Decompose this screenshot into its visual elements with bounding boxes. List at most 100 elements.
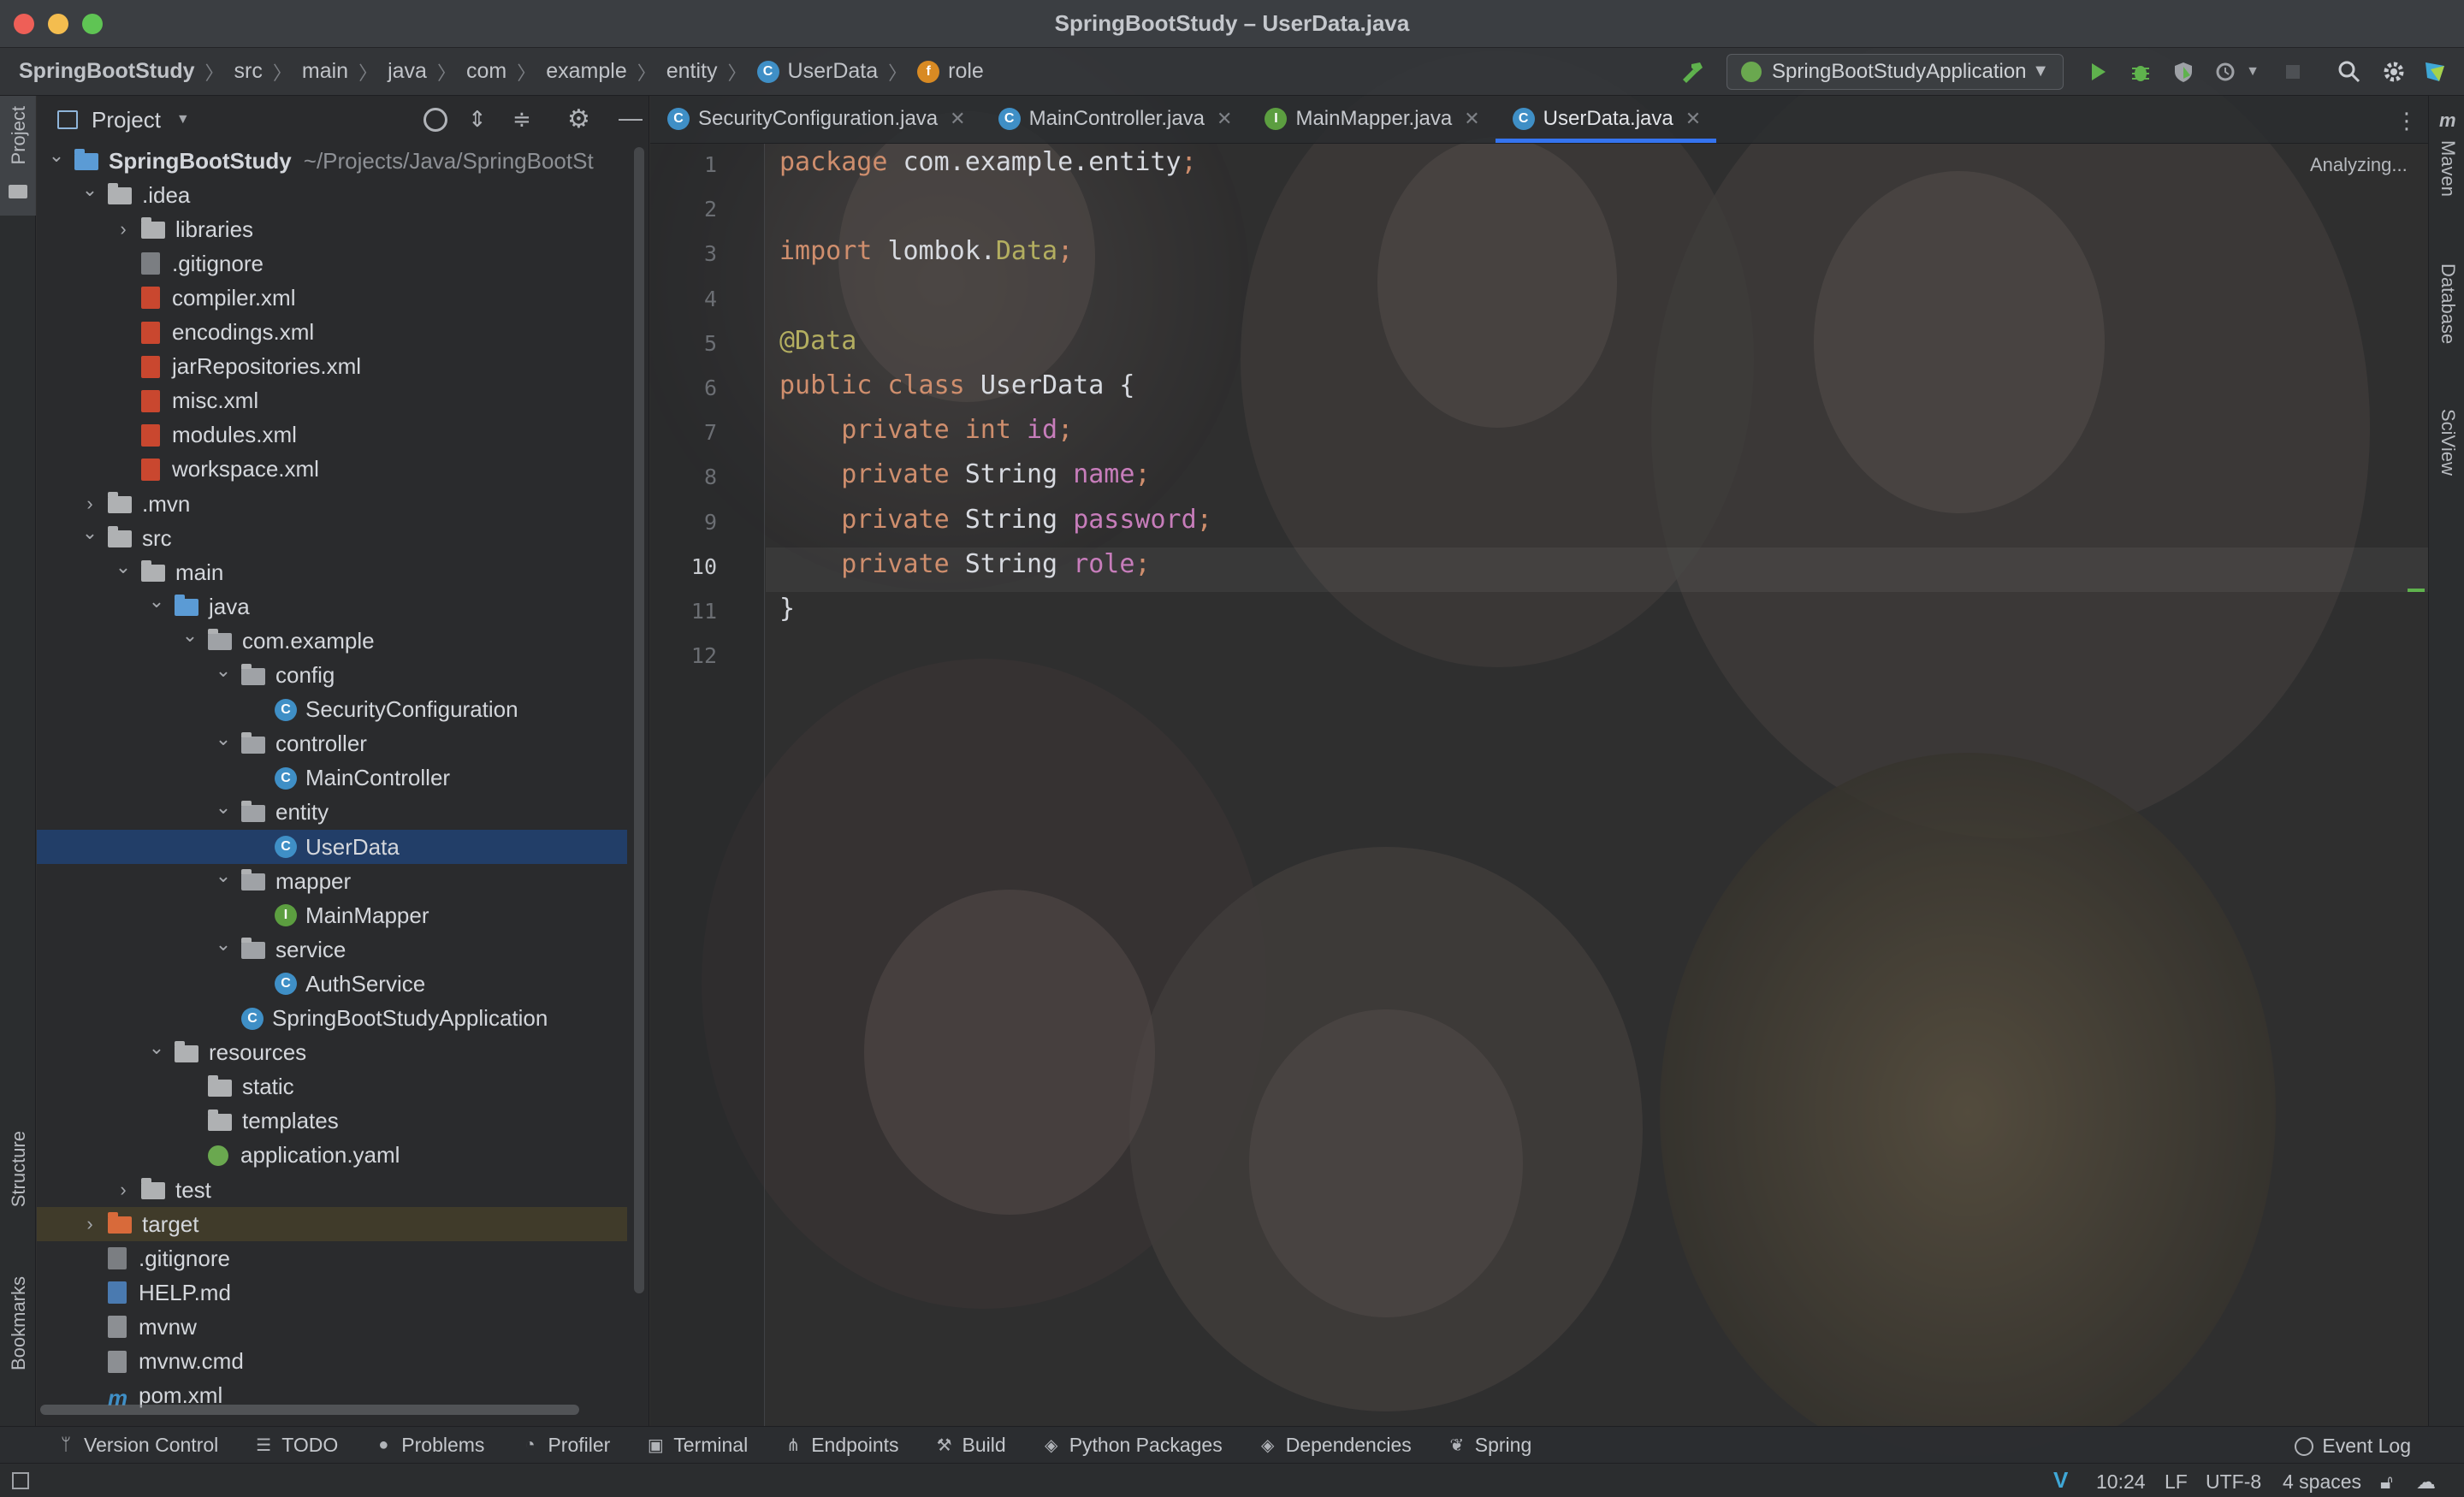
tool-window-button[interactable]: ● Problems <box>374 1434 484 1457</box>
breadcrumb-item[interactable]: 〉 entity <box>627 58 718 86</box>
tree-item[interactable]: › libraries <box>37 212 627 246</box>
sciview-tool-button[interactable]: SciView <box>2429 378 2464 498</box>
breadcrumb-item[interactable]: SpringBootStudy <box>19 59 195 84</box>
tree-item[interactable]: templates <box>37 1104 627 1139</box>
editor-tab[interactable]: C MainController.java ✕ <box>981 95 1248 143</box>
tree-item[interactable]: ⌄ controller <box>37 727 627 761</box>
collapse-all-icon[interactable]: ≑ <box>512 106 531 133</box>
editor-tab[interactable]: C SecurityConfiguration.java ✕ <box>650 95 981 143</box>
structure-tool-button[interactable]: Structure <box>0 1131 36 1259</box>
more-run-options-icon[interactable]: ▼ <box>2242 55 2264 89</box>
tool-window-button[interactable]: ◔ Profiler <box>520 1434 610 1457</box>
tree-item[interactable]: I MainMapper <box>37 898 627 932</box>
tree-item[interactable]: C SecurityConfiguration <box>37 693 627 727</box>
breadcrumb-item[interactable]: 〉 f role <box>878 58 984 86</box>
bookmarks-tool-button[interactable]: Bookmarks <box>0 1276 36 1413</box>
tree-item[interactable]: ⌄ main <box>37 555 627 589</box>
tree-item[interactable]: ⌄ .idea <box>37 178 627 212</box>
tree-item[interactable]: compiler.xml <box>37 281 627 315</box>
event-log-button[interactable]: Event Log <box>2295 1435 2411 1458</box>
breadcrumb-item[interactable]: 〉 com <box>427 58 506 86</box>
breadcrumb-item[interactable]: 〉 C UserData <box>718 58 879 86</box>
tree-item[interactable]: C SpringBootStudyApplication <box>37 1002 627 1036</box>
tool-window-button[interactable]: ᛘ Version Control <box>56 1434 218 1457</box>
breadcrumb-item[interactable]: 〉 example <box>506 58 627 86</box>
vcs-check-icon[interactable]: V <box>2053 1467 2068 1494</box>
close-tab-icon[interactable]: ✕ <box>1464 108 1479 130</box>
tree-item[interactable]: mvnw.cmd <box>37 1345 627 1379</box>
chevron-down-icon[interactable]: ⌄ <box>112 556 134 578</box>
settings-gear-icon[interactable] <box>2377 55 2411 89</box>
chevron-down-icon[interactable]: ⌄ <box>45 145 68 167</box>
run-configuration-dropdown[interactable]: SpringBootStudyApplication ▼ <box>1727 54 2064 90</box>
gear-icon[interactable]: ⚙ <box>567 104 590 134</box>
tool-window-button[interactable]: ▣ Terminal <box>646 1434 748 1457</box>
chevron-down-icon[interactable]: ⌄ <box>145 1037 168 1059</box>
memory-indicator-icon[interactable]: ☁︎ <box>2416 1470 2436 1494</box>
chevron-down-icon[interactable]: ⌄ <box>79 179 101 201</box>
tree-item[interactable]: ⌄ resources <box>37 1036 627 1070</box>
editor-tab[interactable]: C UserData.java ✕ <box>1495 95 1717 143</box>
tree-item[interactable]: .gitignore <box>37 246 627 281</box>
tree-item[interactable]: ⌄ java <box>37 589 627 624</box>
tool-window-button[interactable]: ⋔ Endpoints <box>784 1434 899 1457</box>
hide-panel-icon[interactable]: — <box>619 104 643 132</box>
profiler-icon[interactable] <box>2209 55 2243 89</box>
expand-all-icon[interactable]: ⇕ <box>468 106 487 133</box>
tree-item[interactable]: .gitignore <box>37 1241 627 1275</box>
close-tab-icon[interactable]: ✕ <box>950 108 965 130</box>
tree-horizontal-scrollbar[interactable] <box>40 1405 579 1415</box>
chevron-right-icon[interactable]: › <box>112 218 134 240</box>
tree-item[interactable]: mvnw <box>37 1310 627 1344</box>
stop-icon[interactable] <box>2276 55 2310 89</box>
tree-item[interactable]: › target <box>37 1207 627 1242</box>
breadcrumb-item[interactable]: 〉 main <box>263 58 348 86</box>
tree-item[interactable]: application.yaml <box>37 1139 627 1173</box>
tree-item[interactable]: modules.xml <box>37 418 627 453</box>
project-view-selector[interactable]: Project <box>92 107 161 133</box>
line-separator[interactable]: LF <box>2165 1470 2188 1494</box>
code-editor[interactable]: package com.example.entity; import lombok… <box>766 144 2428 1426</box>
jetbrains-toolbox-icon[interactable] <box>2418 55 2452 89</box>
tool-window-button[interactable]: ◈ Dependencies <box>1259 1434 1412 1457</box>
caret-position[interactable]: 10:24 <box>2096 1470 2146 1494</box>
chevron-down-icon[interactable]: ⌄ <box>212 796 234 819</box>
close-window-button[interactable] <box>14 14 34 34</box>
chevron-down-icon[interactable]: ⌄ <box>212 865 234 887</box>
tree-item[interactable]: › .mvn <box>37 487 627 521</box>
breadcrumb-item[interactable]: 〉 java <box>348 58 427 86</box>
chevron-down-icon[interactable]: ⌄ <box>212 933 234 956</box>
editor-tab[interactable]: I MainMapper.java ✕ <box>1247 95 1495 143</box>
minimize-window-button[interactable] <box>48 14 68 34</box>
more-tabs-icon[interactable]: ⋮ <box>2396 108 2418 134</box>
chevron-down-icon[interactable]: ⌄ <box>179 624 201 647</box>
tree-item[interactable]: encodings.xml <box>37 316 627 350</box>
chevron-down-icon[interactable]: ▼ <box>176 112 190 127</box>
tool-window-button[interactable]: ⚒ Build <box>935 1434 1006 1457</box>
tree-item[interactable]: ⌄ src <box>37 521 627 555</box>
coverage-icon[interactable] <box>2166 55 2200 89</box>
tree-item[interactable]: C UserData <box>37 830 627 864</box>
tree-item[interactable]: HELP.md <box>37 1275 627 1310</box>
tree-item[interactable]: ⌄ entity <box>37 796 627 830</box>
database-tool-button[interactable]: Database <box>2429 233 2464 352</box>
file-encoding[interactable]: UTF-8 <box>2206 1470 2261 1494</box>
tree-item[interactable]: misc.xml <box>37 384 627 418</box>
maximize-window-button[interactable] <box>82 14 103 34</box>
search-icon[interactable] <box>2332 55 2366 89</box>
tree-item[interactable]: C MainController <box>37 761 627 796</box>
tree-item[interactable]: ⌄ config <box>37 659 627 693</box>
tool-window-button[interactable]: ☰ TODO <box>254 1434 338 1457</box>
toggle-tool-windows-icon[interactable] <box>12 1472 29 1489</box>
chevron-right-icon[interactable]: › <box>79 1213 101 1235</box>
run-icon[interactable] <box>2081 55 2115 89</box>
tool-window-button[interactable]: ❦ Spring <box>1448 1434 1531 1457</box>
tool-window-button[interactable]: ◈ Python Packages <box>1042 1434 1223 1457</box>
tree-item[interactable]: › test <box>37 1173 627 1207</box>
chevron-down-icon[interactable]: ⌄ <box>79 522 101 544</box>
tree-item[interactable]: ⌄ SpringBootStudy ~/Projects/Java/SpringB… <box>37 144 627 178</box>
chevron-right-icon[interactable]: › <box>112 1179 134 1201</box>
tree-item[interactable]: ⌄ service <box>37 932 627 967</box>
project-tool-button[interactable]: Project <box>0 96 36 216</box>
chevron-down-icon[interactable]: ⌄ <box>145 590 168 612</box>
